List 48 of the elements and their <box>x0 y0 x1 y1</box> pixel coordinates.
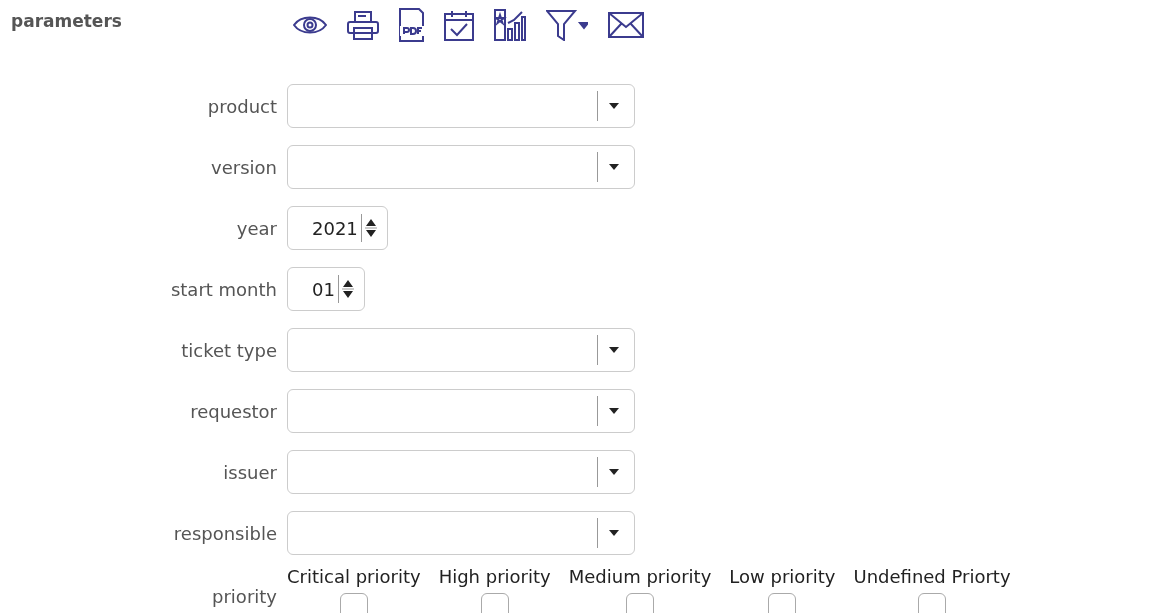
caret-icon <box>608 163 620 171</box>
caret-icon <box>608 407 620 415</box>
filter-button[interactable] <box>546 9 588 41</box>
caret-icon <box>608 468 620 476</box>
field-label: issuer <box>222 461 277 483</box>
caret-icon <box>608 529 620 537</box>
number-field[interactable]: 01 <box>287 267 365 311</box>
checkbox-label: High priority <box>438 566 551 587</box>
checkbox-label: Medium priority <box>568 566 712 587</box>
checkbox[interactable] <box>626 593 654 613</box>
printer-button[interactable] <box>347 10 379 40</box>
select-field[interactable] <box>287 84 635 128</box>
section-title: parameters <box>10 11 123 31</box>
checkbox-label: Critical priority <box>287 566 421 587</box>
select-field[interactable] <box>287 450 635 494</box>
envelope-icon <box>608 12 644 38</box>
envelope-button[interactable] <box>608 12 644 38</box>
checkbox-label: Undefined Priorty <box>853 566 1011 587</box>
eye-button[interactable] <box>293 14 327 36</box>
pdf-file-button[interactable] <box>399 8 424 42</box>
caret-icon <box>608 346 620 354</box>
caret-icon <box>608 102 620 110</box>
select-field[interactable] <box>287 389 635 433</box>
checkbox[interactable] <box>339 593 368 613</box>
calendar-check-button[interactable] <box>444 9 474 41</box>
number-field[interactable]: 2021 <box>287 206 388 250</box>
eye-icon <box>293 14 327 36</box>
select-field[interactable] <box>287 145 635 189</box>
field-label: year <box>235 217 277 239</box>
checkbox[interactable] <box>768 593 797 613</box>
field-label: responsible <box>172 522 277 544</box>
calendar-check-icon <box>444 9 474 41</box>
pdf-file-icon <box>399 8 424 42</box>
bar-chart-icon <box>494 9 526 41</box>
printer-icon <box>347 10 379 40</box>
checkbox-label: Low priority <box>729 566 836 587</box>
checkbox[interactable] <box>918 593 947 613</box>
field-label: start month <box>169 278 277 300</box>
field-label: product <box>206 95 277 117</box>
bar-chart-button[interactable] <box>494 9 526 41</box>
checkbox[interactable] <box>480 593 509 613</box>
field-label: version <box>210 156 277 178</box>
field-label: priority <box>211 586 277 607</box>
select-field[interactable] <box>287 328 635 372</box>
field-label: requestor <box>189 400 277 422</box>
filter-icon <box>546 9 588 41</box>
field-label: ticket type <box>180 339 277 361</box>
select-field[interactable] <box>287 511 635 555</box>
